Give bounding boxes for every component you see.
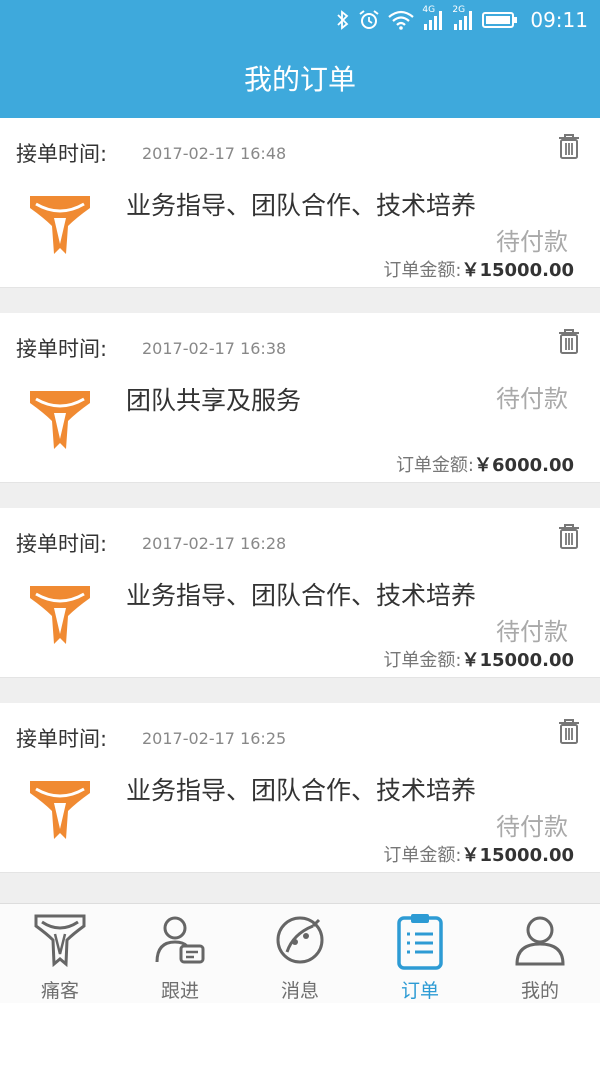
trash-icon[interactable] bbox=[556, 132, 582, 160]
signal-4g-icon: 4G bbox=[422, 5, 444, 31]
brand-logo-icon bbox=[30, 586, 90, 644]
order-status: 待付款 bbox=[496, 228, 568, 256]
order-divider bbox=[0, 873, 600, 903]
order-card[interactable]: 接单时间: 2017-02-17 16:38 团队共享及服务 待付款 订单金额:… bbox=[0, 313, 600, 483]
order-amount-value: ￥15000.00 bbox=[461, 260, 574, 281]
clipboard-icon bbox=[397, 914, 443, 970]
tab-tongke[interactable]: 痛客 bbox=[0, 904, 120, 1003]
tab-label: 消息 bbox=[280, 980, 319, 1002]
brand-logo-icon bbox=[30, 196, 90, 254]
order-amount-label: 订单金额: bbox=[383, 845, 462, 866]
alarm-icon bbox=[358, 9, 380, 31]
contact-card-icon bbox=[155, 916, 205, 964]
order-status: 待付款 bbox=[496, 385, 568, 413]
brand-logo-icon bbox=[30, 781, 90, 839]
order-card[interactable]: 接单时间: 2017-02-17 16:28 业务指导、团队合作、技术培养 待付… bbox=[0, 508, 600, 678]
tab-messages[interactable]: 消息 bbox=[240, 904, 360, 1003]
network-4g-label: 4G bbox=[422, 5, 436, 15]
order-amount: 订单金额:￥15000.00 bbox=[383, 646, 574, 672]
order-amount-value: ￥15000.00 bbox=[461, 650, 574, 671]
order-time-label: 接单时间: bbox=[16, 337, 108, 361]
order-name: 业务指导、团队合作、技术培养 bbox=[126, 776, 477, 805]
order-time: 2017-02-17 16:28 bbox=[142, 534, 287, 553]
trash-icon[interactable] bbox=[556, 717, 582, 745]
order-status: 待付款 bbox=[496, 618, 568, 646]
order-card[interactable]: 接单时间: 2017-02-17 16:48 业务指导、团队合作、技术培养 待付… bbox=[0, 118, 600, 288]
order-time: 2017-02-17 16:48 bbox=[142, 144, 287, 163]
order-time-label: 接单时间: bbox=[16, 727, 108, 751]
order-time: 2017-02-17 16:38 bbox=[142, 339, 287, 358]
bottom-tab-bar: 痛客 跟进 消息 订单 我的 bbox=[0, 903, 600, 1003]
order-amount-label: 订单金额: bbox=[383, 260, 462, 281]
order-card[interactable]: 接单时间: 2017-02-17 16:25 业务指导、团队合作、技术培养 待付… bbox=[0, 703, 600, 873]
tab-label: 我的 bbox=[520, 980, 559, 1002]
bluetooth-icon bbox=[336, 10, 350, 30]
app-header: 4G 2G 09:11 我的订单 bbox=[0, 0, 600, 118]
brand-logo-icon bbox=[34, 914, 86, 968]
order-time: 2017-02-17 16:25 bbox=[142, 729, 287, 748]
tab-follow-up[interactable]: 跟进 bbox=[120, 904, 240, 1003]
order-time-label: 接单时间: bbox=[16, 142, 108, 166]
tab-label: 跟进 bbox=[160, 980, 199, 1002]
brand-logo-icon bbox=[30, 391, 90, 449]
order-amount-label: 订单金额: bbox=[395, 455, 475, 476]
order-divider bbox=[0, 288, 600, 313]
trash-icon[interactable] bbox=[556, 327, 582, 355]
status-bar: 4G 2G 09:11 bbox=[0, 0, 600, 40]
order-amount-value: ￥15000.00 bbox=[461, 845, 574, 866]
page-title: 我的订单 bbox=[243, 63, 356, 96]
order-time-label: 接单时间: bbox=[16, 532, 108, 556]
tab-label: 痛客 bbox=[40, 980, 79, 1002]
battery-icon bbox=[482, 11, 518, 29]
network-2g-label: 2G bbox=[452, 5, 466, 15]
signal-2g-icon: 2G bbox=[452, 5, 474, 31]
tab-orders[interactable]: 订单 bbox=[360, 904, 480, 1003]
order-divider bbox=[0, 483, 600, 508]
order-name: 团队共享及服务 bbox=[126, 386, 302, 415]
order-divider bbox=[0, 678, 600, 703]
order-amount-label: 订单金额: bbox=[383, 650, 462, 671]
order-amount: 订单金额:￥15000.00 bbox=[383, 256, 574, 282]
order-name: 业务指导、团队合作、技术培养 bbox=[126, 191, 477, 220]
trash-icon[interactable] bbox=[556, 522, 582, 550]
wifi-icon bbox=[388, 10, 415, 30]
order-status: 待付款 bbox=[496, 813, 568, 841]
message-icon bbox=[276, 916, 324, 964]
tab-profile[interactable]: 我的 bbox=[480, 904, 600, 1003]
tab-label: 订单 bbox=[400, 980, 439, 1002]
order-amount: 订单金额:￥6000.00 bbox=[396, 451, 574, 477]
person-icon bbox=[515, 916, 565, 966]
status-time: 09:11 bbox=[530, 8, 588, 32]
order-amount: 订单金额:￥15000.00 bbox=[383, 841, 574, 867]
order-name: 业务指导、团队合作、技术培养 bbox=[126, 581, 477, 610]
order-amount-value: ￥6000.00 bbox=[474, 455, 574, 476]
